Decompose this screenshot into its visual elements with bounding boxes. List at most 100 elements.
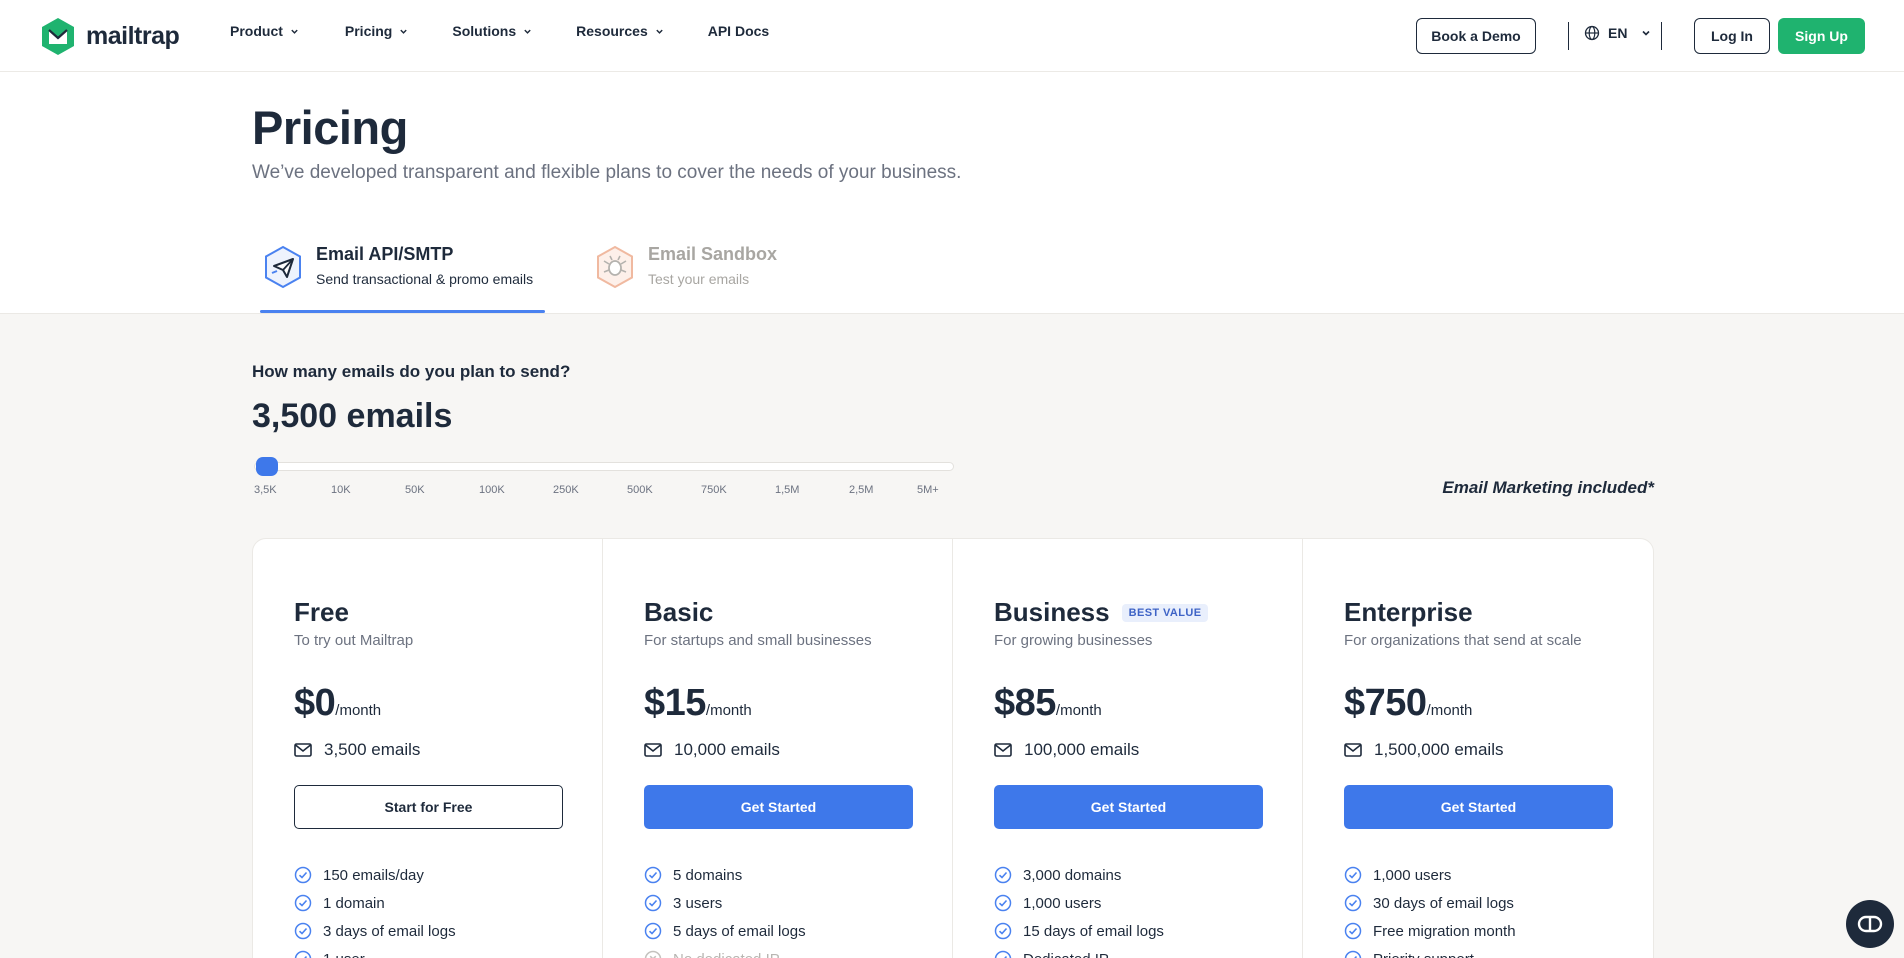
slider-tick-label[interactable]: 5M+: [917, 484, 939, 496]
slider-tick-label[interactable]: 100K: [479, 484, 505, 496]
plan-email-volume: 100,000 emails: [994, 740, 1139, 760]
price-amount: $750: [1344, 682, 1427, 724]
feature-item: No dedicated IP: [644, 945, 806, 958]
feature-item: 5 domains: [644, 861, 806, 889]
check-circle-icon: [994, 950, 1012, 958]
plan-description: For organizations that send at scale: [1344, 632, 1582, 649]
plan-price: $15/month: [644, 682, 752, 725]
nav-resources[interactable]: Resources: [576, 23, 664, 39]
feature-item: 15 days of email logs: [994, 917, 1164, 945]
feature-text: 5 days of email logs: [673, 922, 806, 940]
feature-item: 1 user: [294, 945, 456, 958]
login-button[interactable]: Log In: [1694, 18, 1770, 54]
plan-cta-button[interactable]: Get Started: [644, 785, 913, 829]
plan-price: $750/month: [1344, 682, 1472, 725]
check-circle-icon: [994, 922, 1012, 940]
nav-resources-label: Resources: [576, 23, 648, 39]
feature-text: Free migration month: [1373, 922, 1516, 940]
plan-email-volume: 1,500,000 emails: [1344, 740, 1503, 760]
nav-product[interactable]: Product: [230, 23, 299, 39]
plan-email-count: 1,500,000 emails: [1374, 740, 1504, 759]
chevron-down-icon: [656, 29, 663, 34]
feature-text: 1 user: [323, 951, 365, 958]
tab-email-api-smtp[interactable]: Email API/SMTP Send transactional & prom…: [262, 244, 533, 290]
price-period: /month: [1055, 702, 1102, 719]
x-circle-icon: [644, 950, 662, 958]
plan-name-text: Enterprise: [1344, 597, 1473, 627]
plan-description: To try out Mailtrap: [294, 632, 414, 649]
plan-cta-button[interactable]: Get Started: [1344, 785, 1613, 829]
check-circle-icon: [644, 922, 662, 940]
nav-solutions[interactable]: Solutions: [452, 23, 532, 39]
chevron-down-icon: [524, 29, 531, 34]
plan-email-count: 100,000 emails: [1024, 740, 1140, 759]
divider: [1568, 22, 1569, 50]
language-code: EN: [1608, 25, 1628, 41]
plan-card-business: Business BEST VALUE For growing businesses…: [953, 539, 1303, 958]
feature-text: 1,000 users: [1373, 866, 1452, 884]
plan-email-volume: 3,500 emails: [294, 740, 420, 760]
slider-tick-label[interactable]: 2,5M: [849, 484, 873, 496]
plan-features: 3,000 domains 1,000 users 15 days of email…: [994, 861, 1164, 958]
pricing-plans: Free To try out Mailtrap $0/month 3,500 ema…: [252, 538, 1654, 958]
slider-tick-label[interactable]: 1,5M: [775, 484, 799, 496]
plan-cta-button[interactable]: Start for Free: [294, 785, 563, 829]
language-selector[interactable]: EN: [1584, 25, 1651, 41]
check-circle-icon: [294, 894, 312, 912]
chat-icon: [1857, 915, 1883, 933]
price-amount: $85: [994, 682, 1056, 724]
plan-cta-button[interactable]: Get Started: [994, 785, 1263, 829]
volume-slider-handle[interactable]: [256, 457, 278, 476]
top-navigation-bar: mailtrap Product Pricing Solutions Resou…: [0, 0, 1904, 72]
nav-pricing[interactable]: Pricing: [345, 23, 408, 39]
check-circle-icon: [994, 894, 1012, 912]
slider-tick-label[interactable]: 750K: [701, 484, 727, 496]
envelope-icon: [644, 743, 662, 757]
plan-name: Enterprise: [1344, 597, 1473, 628]
slider-tick-label[interactable]: 50K: [405, 484, 425, 496]
main-nav: Product Pricing Solutions Resources API …: [230, 23, 805, 39]
price-period: /month: [335, 702, 382, 719]
feature-text: 3 days of email logs: [323, 922, 456, 940]
check-circle-icon: [1344, 950, 1362, 958]
plan-card-free: Free To try out Mailtrap $0/month 3,500 ema…: [253, 539, 603, 958]
logo-wordmark: mailtrap: [86, 21, 180, 50]
best-value-badge: BEST VALUE: [1121, 603, 1209, 622]
selected-volume: 3,500 emails: [252, 397, 453, 435]
feature-text: 5 domains: [673, 866, 743, 884]
feature-item: 3 days of email logs: [294, 917, 456, 945]
nav-api-docs[interactable]: API Docs: [708, 23, 769, 39]
check-circle-icon: [1344, 894, 1362, 912]
feature-text: 1,000 users: [1023, 894, 1102, 912]
volume-slider-track[interactable]: [254, 462, 954, 471]
page-subtitle: We’ve developed transparent and flexible…: [252, 162, 962, 183]
check-circle-icon: [644, 866, 662, 884]
price-period: /month: [705, 702, 752, 719]
plan-name: Business BEST VALUE: [994, 597, 1209, 628]
feature-text: 3,000 domains: [1023, 866, 1122, 884]
slider-tick-label[interactable]: 10K: [331, 484, 351, 496]
feature-item: 3 users: [644, 889, 806, 917]
book-demo-button[interactable]: Book a Demo: [1416, 18, 1536, 54]
price-amount: $0: [294, 682, 336, 724]
chat-launcher-button[interactable]: [1846, 900, 1894, 948]
plan-description: For growing businesses: [994, 632, 1153, 649]
plan-name-text: Basic: [644, 597, 714, 627]
plan-name: Basic: [644, 597, 713, 628]
slider-tick-label[interactable]: 3,5K: [254, 484, 277, 496]
check-circle-icon: [1344, 866, 1362, 884]
mailtrap-logo[interactable]: mailtrap: [40, 16, 180, 56]
plan-price: $0/month: [294, 682, 381, 725]
signup-button[interactable]: Sign Up: [1778, 18, 1865, 54]
mailtrap-logo-icon: [42, 18, 74, 55]
bug-icon: [597, 245, 633, 289]
slider-tick-label[interactable]: 500K: [627, 484, 653, 496]
check-circle-icon: [1344, 922, 1362, 940]
feature-item: Priority support: [1344, 945, 1516, 958]
slider-tick-label[interactable]: 250K: [553, 484, 579, 496]
check-circle-icon: [994, 866, 1012, 884]
feature-text: 15 days of email logs: [1023, 922, 1164, 940]
tab-email-sandbox[interactable]: Email Sandbox Test your emails: [594, 244, 777, 290]
feature-text: No dedicated IP: [673, 951, 780, 958]
plan-price: $85/month: [994, 682, 1102, 725]
